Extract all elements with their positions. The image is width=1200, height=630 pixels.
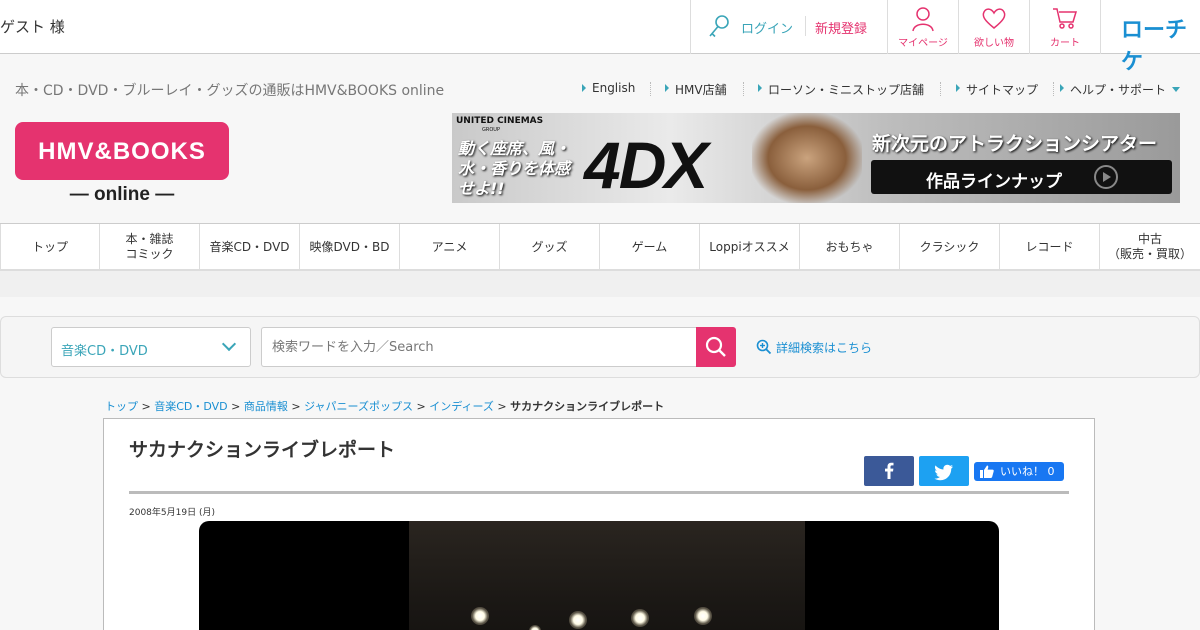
breadcrumb-link-music[interactable]: 音楽CD・DVD <box>154 400 227 413</box>
cart-button[interactable]: カート <box>1029 0 1100 54</box>
breadcrumb-separator: > <box>141 400 151 413</box>
like-label: いいね！ 0 <box>1000 465 1055 478</box>
nav-item-classical[interactable]: クラシック <box>900 224 1000 270</box>
nav-item-records[interactable]: レコード <box>1000 224 1100 270</box>
arrow-right-circle-icon <box>1094 165 1118 189</box>
caret-down-icon <box>1172 87 1180 92</box>
stage-image <box>409 521 805 630</box>
lawson-ticket-link[interactable]: ローチケ <box>1100 0 1200 74</box>
banner-left-copy: 動く座席、風・水・香りを体感せよ!! <box>458 139 571 198</box>
breadcrumb-separator: > <box>231 400 241 413</box>
user-icon <box>912 7 934 32</box>
login-area: ログイン 新規登録 <box>690 0 888 54</box>
banner-lineup-button[interactable]: 作品ラインナップ <box>871 160 1172 194</box>
site-tagline: 本・CD・DVD・ブルーレイ・グッズの通販はHMV&BOOKS online <box>15 83 445 99</box>
nav-item-anime[interactable]: アニメ <box>400 224 500 270</box>
facebook-icon <box>885 462 894 479</box>
twitter-share-button[interactable] <box>919 456 969 486</box>
mypage-label: マイページ <box>898 38 948 49</box>
category-select-value: 音楽CD・DVD <box>61 344 148 359</box>
header-link-hmv-stores[interactable]: HMV店舗 <box>665 81 727 98</box>
breadcrumb-separator: > <box>497 400 507 413</box>
wishlist-button[interactable]: 欲しい物 <box>958 0 1029 54</box>
heart-icon <box>982 8 1006 29</box>
breadcrumb-link-top[interactable]: トップ <box>105 400 138 413</box>
divider <box>940 82 941 96</box>
register-link[interactable]: 新規登録 <box>815 18 867 37</box>
facebook-like-button[interactable]: いいね！ 0 <box>974 462 1064 481</box>
key-icon <box>709 15 729 38</box>
breadcrumb-link-indies[interactable]: インディーズ <box>429 400 494 413</box>
nav-item-loppi[interactable]: Loppiオススメ <box>700 224 800 270</box>
advanced-search-label: 詳細検索はこちら <box>776 341 873 355</box>
banner-photo <box>752 113 862 203</box>
stage-light <box>569 611 587 629</box>
divider <box>1053 82 1054 96</box>
logo-badge: HMV&BOOKS <box>15 122 229 180</box>
chevron-down-icon <box>221 336 237 352</box>
header-link-sitemap[interactable]: サイトマップ <box>955 81 1038 98</box>
category-nav: トップ 本・雑誌 コミック 音楽CD・DVD 映像DVD・BD アニメ グッズ … <box>0 223 1200 271</box>
logo-text: HMV&BOOKS <box>38 138 206 165</box>
twitter-bird-icon <box>934 464 953 481</box>
article-card: サカナクションライブレポート いいね！ 0 2008年5月19日 (月) <box>103 418 1095 630</box>
search-input[interactable] <box>261 327 697 367</box>
promo-banner-4dx[interactable]: UNITED CINEMAS GROUP 動く座席、風・水・香りを体感せよ!! … <box>452 113 1180 203</box>
nav-item-toys[interactable]: おもちゃ <box>800 224 900 270</box>
search-icon <box>705 336 726 357</box>
live-photo <box>199 521 999 630</box>
category-select[interactable]: 音楽CD・DVD <box>51 327 251 367</box>
nav-item-games[interactable]: ゲーム <box>600 224 700 270</box>
banner-brand-sub: GROUP <box>482 127 500 133</box>
nav-item-used[interactable]: 中古 （販売・買取） <box>1100 224 1200 270</box>
cart-label: カート <box>1050 38 1080 49</box>
banner-button-label: 作品ラインナップ <box>926 172 1062 192</box>
wishlist-label: 欲しい物 <box>974 38 1014 49</box>
zoom-in-icon <box>756 339 772 355</box>
stage-light <box>529 625 541 630</box>
advanced-search-link[interactable]: 詳細検索はこちら <box>756 339 872 356</box>
breadcrumb-link-product-info[interactable]: 商品情報 <box>244 400 288 413</box>
divider <box>650 82 651 96</box>
facebook-share-button[interactable] <box>864 456 914 486</box>
breadcrumb-separator: > <box>416 400 426 413</box>
search-button[interactable] <box>696 327 736 367</box>
stage-light <box>471 607 489 625</box>
banner-brand: UNITED CINEMAS <box>456 116 544 126</box>
title-divider <box>129 491 1069 494</box>
breadcrumb-current: サカナクションライブレポート <box>510 400 665 413</box>
article-title: サカナクションライブレポート <box>129 439 396 461</box>
divider <box>743 82 744 96</box>
logo-subtext: — online — <box>69 184 175 205</box>
divider <box>805 16 806 36</box>
header-link-lawson-stores[interactable]: ローソン・ミニストップ店舗 <box>757 81 924 98</box>
nav-item-books[interactable]: 本・雑誌 コミック <box>100 224 200 270</box>
guest-greeting: ゲスト 様 <box>0 18 65 36</box>
thumbs-up-icon <box>980 465 994 478</box>
article-date: 2008年5月19日 (月) <box>129 508 215 518</box>
nav-item-video[interactable]: 映像DVD・BD <box>300 224 400 270</box>
spacer <box>0 271 1200 297</box>
cart-icon <box>1053 8 1078 29</box>
breadcrumb-separator: > <box>291 400 301 413</box>
lawson-ticket-logo: ローチケ <box>1121 17 1188 74</box>
breadcrumb-link-jpop[interactable]: ジャパニーズポップス <box>304 400 413 413</box>
top-bar: ゲスト 様 ログイン 新規登録 マイページ 欲しい物 カート ローチケ <box>0 0 1200 74</box>
nav-item-top[interactable]: トップ <box>0 224 100 270</box>
banner-right-copy: 新次元のアトラクションシアター <box>872 133 1158 155</box>
stage-light <box>631 609 649 627</box>
nav-item-music[interactable]: 音楽CD・DVD <box>200 224 300 270</box>
banner-product: 4DX <box>584 128 708 202</box>
stage-light <box>694 607 712 625</box>
header-link-english[interactable]: English <box>581 81 635 95</box>
mypage-button[interactable]: マイページ <box>887 0 958 54</box>
header-link-help[interactable]: ヘルプ・サポート <box>1059 81 1166 98</box>
site-logo[interactable]: HMV&BOOKS — online — <box>15 122 229 208</box>
breadcrumb: トップ > 音楽CD・DVD > 商品情報 > ジャパニーズポップス > インデ… <box>105 398 664 414</box>
login-link[interactable]: ログイン <box>741 18 793 37</box>
nav-item-goods[interactable]: グッズ <box>500 224 600 270</box>
